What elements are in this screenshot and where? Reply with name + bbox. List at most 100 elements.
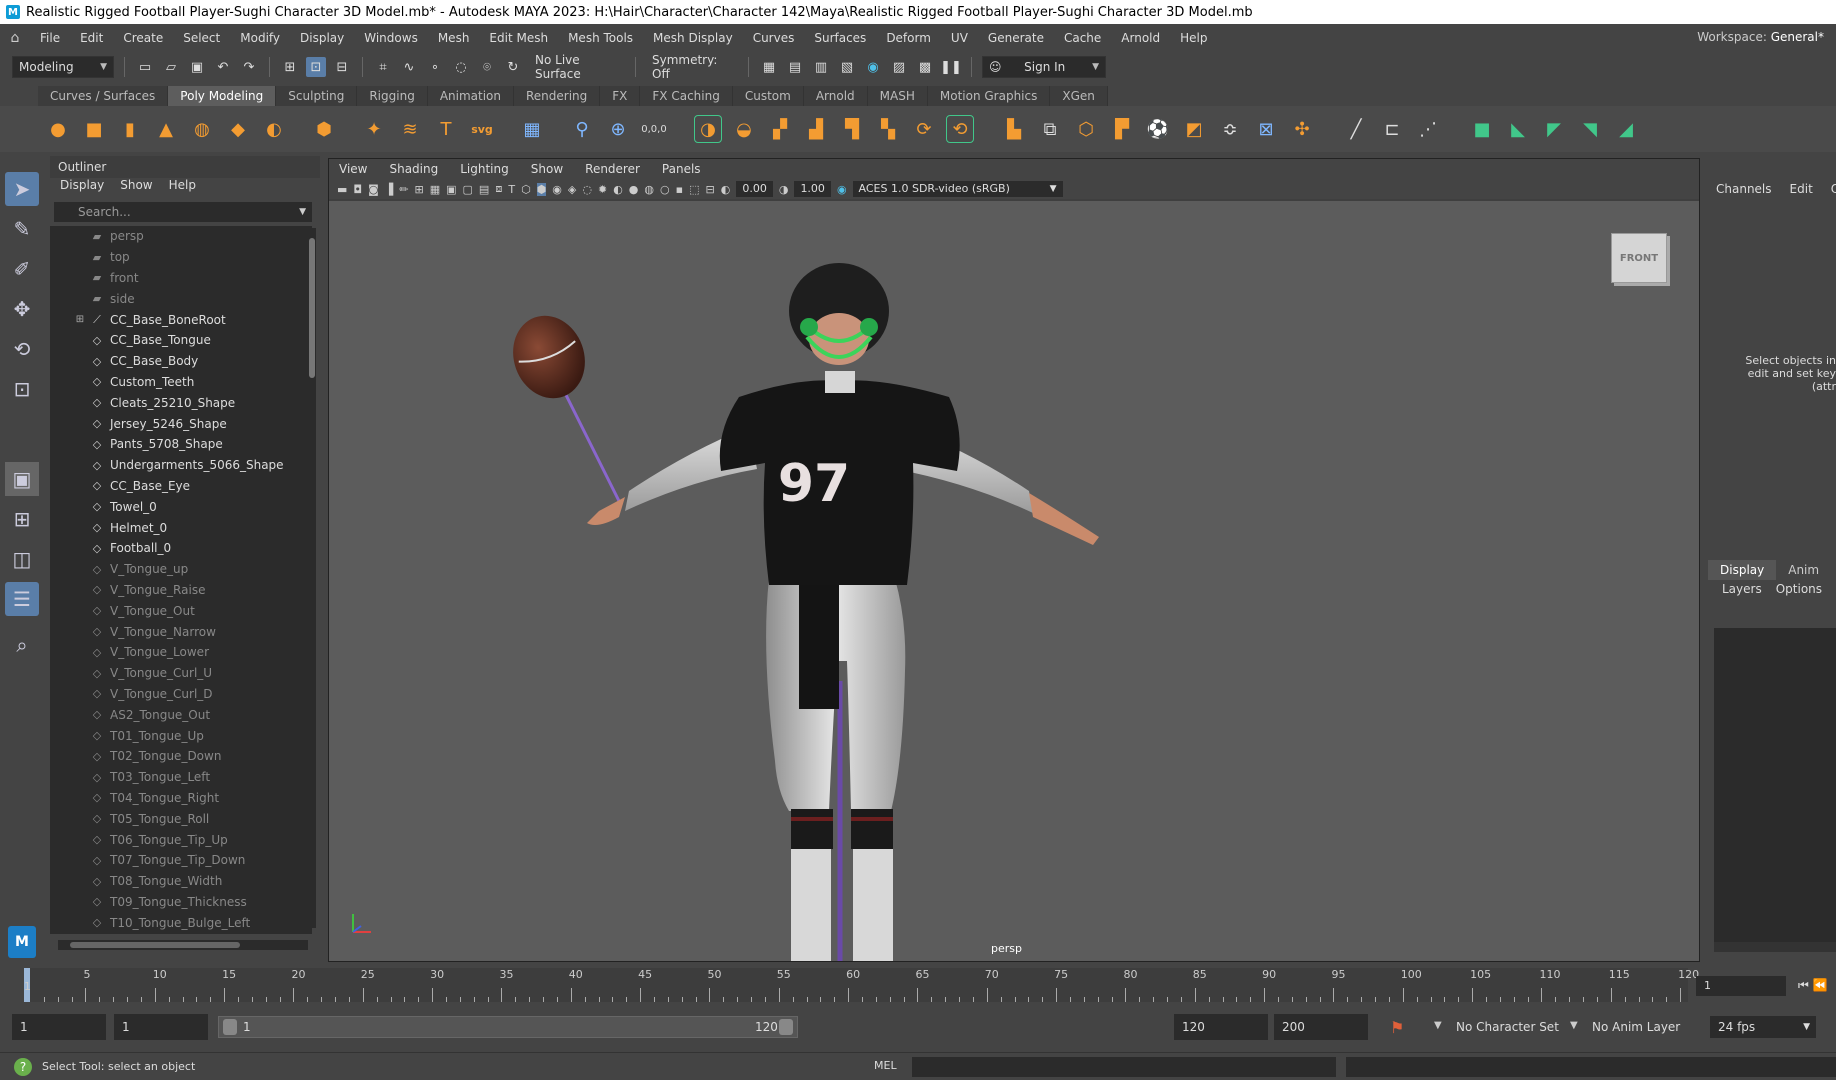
grid-icon[interactable]: ▦: [430, 183, 440, 196]
outliner-item[interactable]: ◇ T02_Tongue_Down: [50, 746, 312, 767]
target-weld-icon[interactable]: ✣: [1288, 115, 1316, 143]
towel-model[interactable]: [799, 579, 839, 709]
bevel-icon[interactable]: ◒: [730, 115, 758, 143]
outliner-item[interactable]: ◇ V_Tongue_Narrow: [50, 621, 312, 642]
outliner-menu-help[interactable]: Help: [169, 178, 196, 198]
outliner-item[interactable]: ▰ front: [50, 268, 312, 289]
outliner-item[interactable]: ◇ Cleats_25210_Shape: [50, 392, 312, 413]
mirror-icon[interactable]: ⧉: [1036, 115, 1064, 143]
options-menu[interactable]: Options: [1776, 582, 1822, 596]
super-shape-icon[interactable]: ✦: [360, 115, 388, 143]
chevron-down-icon[interactable]: ▼: [1570, 1020, 1578, 1031]
command-line-input[interactable]: [912, 1057, 1336, 1077]
outliner-item[interactable]: ◇ T04_Tongue_Right: [50, 788, 312, 809]
save-scene-icon[interactable]: ▣: [187, 57, 207, 77]
paint-select-tool-icon[interactable]: ✐: [5, 252, 39, 286]
single-perspective-layout-icon[interactable]: ▣: [5, 462, 39, 496]
exposure-field[interactable]: 0.00: [736, 181, 773, 197]
smooth-shade-icon[interactable]: ⬢: [536, 182, 547, 196]
arnold-render-icon[interactable]: ▨: [889, 57, 909, 77]
menu-display[interactable]: Display: [290, 31, 354, 45]
select-component-icon[interactable]: ⊟: [332, 57, 352, 77]
poly-plane-icon[interactable]: ◆: [224, 115, 252, 143]
safe-action-icon[interactable]: ▤: [479, 183, 489, 196]
layers-menu[interactable]: Layers: [1722, 582, 1762, 596]
view-cube[interactable]: FRONT: [1611, 233, 1667, 283]
outliner-horizontal-scrollbar[interactable]: [58, 940, 308, 950]
gamma-field[interactable]: 1.00: [794, 181, 831, 197]
shelf-tab-rendering[interactable]: Rendering: [514, 86, 601, 106]
film-gate-icon[interactable]: ▣: [446, 183, 456, 196]
textured-icon[interactable]: ◈: [568, 183, 576, 196]
smooth-icon[interactable]: ⟳: [910, 115, 938, 143]
arnold-ipr-icon[interactable]: ▩: [915, 57, 935, 77]
create-set-icon[interactable]: ■: [1468, 115, 1496, 143]
multi-cut-icon[interactable]: ▚: [874, 115, 902, 143]
shelf-tab-fx[interactable]: FX: [600, 86, 641, 106]
viewport-menu-show[interactable]: Show: [531, 162, 563, 176]
menu-mesh[interactable]: Mesh: [428, 31, 480, 45]
outliner-menu-show[interactable]: Show: [120, 178, 152, 198]
menu-cache[interactable]: Cache: [1054, 31, 1111, 45]
depth-of-field-icon[interactable]: ○: [660, 183, 670, 196]
scrollbar-thumb[interactable]: [70, 942, 240, 948]
hypershade-icon[interactable]: ◉: [863, 57, 883, 77]
image-plane-icon[interactable]: ▐: [385, 183, 393, 196]
gamma-icon[interactable]: ◑: [779, 183, 789, 196]
layer-horizontal-scrollbar[interactable]: [1714, 942, 1836, 952]
outliner-item[interactable]: ◇ Custom_Teeth: [50, 372, 312, 393]
workspace-selector[interactable]: Workspace: General*: [1697, 30, 1824, 44]
crease-icon[interactable]: ≎: [1216, 115, 1244, 143]
layer-list[interactable]: [1714, 628, 1836, 944]
menu-surfaces[interactable]: Surfaces: [804, 31, 876, 45]
poly-disc-icon[interactable]: ◐: [260, 115, 288, 143]
soccer-ball-icon[interactable]: ⚽: [1144, 115, 1172, 143]
outliner-item[interactable]: ◇ V_Tongue_Raise: [50, 580, 312, 601]
bookmark-icon[interactable]: ◙: [368, 183, 379, 196]
live-surface-field[interactable]: No Live Surface: [529, 53, 625, 81]
boolean-icon[interactable]: ▛: [1108, 115, 1136, 143]
poly-sphere-icon[interactable]: ●: [44, 115, 72, 143]
shelf-tab-arnold[interactable]: Arnold: [803, 86, 868, 106]
snap-point-icon[interactable]: ∘: [425, 57, 445, 77]
outliner-item[interactable]: ◇ V_Tongue_up: [50, 559, 312, 580]
render-settings-icon[interactable]: ▧: [837, 57, 857, 77]
shelf-tab-sculpting[interactable]: Sculpting: [276, 86, 358, 106]
poly-cylinder-icon[interactable]: ▮: [116, 115, 144, 143]
scrollbar-thumb[interactable]: [309, 238, 315, 378]
merge-icon[interactable]: ▟: [802, 115, 830, 143]
fps-dropdown[interactable]: 24 fps ▼: [1710, 1016, 1816, 1038]
outliner-item[interactable]: ◇ T05_Tongue_Roll: [50, 808, 312, 829]
field-chart-icon[interactable]: ⧈: [495, 182, 502, 196]
extract-icon[interactable]: ⬡: [1072, 115, 1100, 143]
slide-edge-icon[interactable]: ⋰: [1414, 115, 1442, 143]
outliner-menu-display[interactable]: Display: [60, 178, 104, 198]
menu-help[interactable]: Help: [1170, 31, 1217, 45]
move-tool-icon[interactable]: ✥: [5, 292, 39, 326]
select-hierarchy-icon[interactable]: ⊞: [280, 57, 300, 77]
camera-attributes-icon[interactable]: ◘: [353, 183, 362, 196]
outliner-item[interactable]: ◇ T07_Tongue_Tip_Down: [50, 850, 312, 871]
wrap-icon[interactable]: ◥: [1576, 115, 1604, 143]
outliner-item[interactable]: ◇ Helmet_0: [50, 517, 312, 538]
wireframe-icon[interactable]: ⊞: [414, 183, 423, 196]
poly-cube-icon[interactable]: ■: [80, 115, 108, 143]
shelf-tab-curves-surfaces[interactable]: Curves / Surfaces: [38, 86, 169, 106]
shelf-tab-fx-caching[interactable]: FX Caching: [640, 86, 733, 106]
type-tool-icon[interactable]: T: [432, 115, 460, 143]
viewport-menu-renderer[interactable]: Renderer: [585, 162, 640, 176]
menu-edit-mesh[interactable]: Edit Mesh: [479, 31, 558, 45]
character-set-dropdown[interactable]: No Character Set: [1448, 1016, 1568, 1038]
menu-windows[interactable]: Windows: [354, 31, 428, 45]
animation-end-field[interactable]: 200: [1274, 1014, 1368, 1040]
menu-uv[interactable]: UV: [941, 31, 978, 45]
tab-anim-layers[interactable]: Anim: [1776, 560, 1831, 580]
outliner-item[interactable]: ◇ V_Tongue_Curl_D: [50, 684, 312, 705]
four-view-layout-icon[interactable]: ⊞: [5, 502, 39, 536]
outliner-item[interactable]: ◇ Towel_0: [50, 496, 312, 517]
channel-object-menu[interactable]: Ob: [1831, 182, 1836, 196]
anti-aliasing-icon[interactable]: ◍: [644, 183, 654, 196]
outliner-search-input[interactable]: Search... ▼: [54, 202, 312, 222]
extrude-icon[interactable]: ▞: [766, 115, 794, 143]
lasso-tool-icon[interactable]: ✎: [5, 212, 39, 246]
